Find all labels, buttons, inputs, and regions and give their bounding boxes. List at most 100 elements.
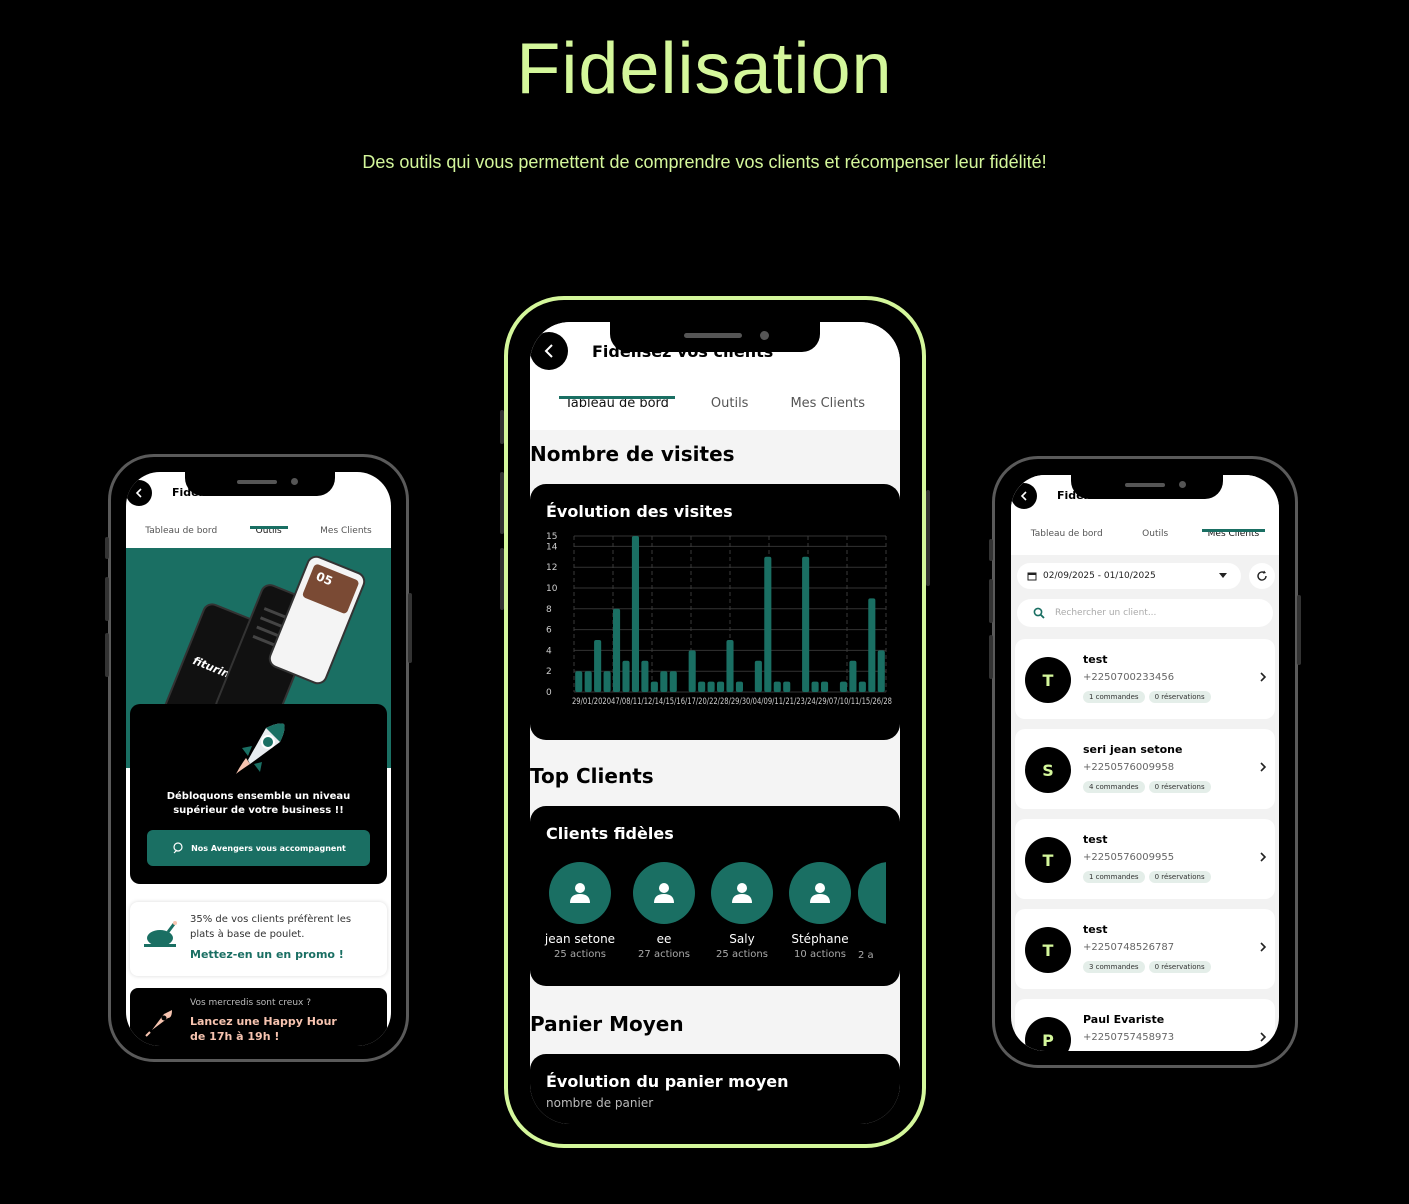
chart-bar[interactable]: [650, 681, 658, 692]
chart-bar[interactable]: [783, 681, 791, 692]
client-search-input[interactable]: Rechercher un client...: [1017, 599, 1273, 627]
chart-bar[interactable]: [877, 650, 885, 692]
chart-bar[interactable]: [622, 660, 630, 692]
chicken-insight-cta[interactable]: Mettez-en un en promo !: [190, 948, 344, 961]
phone-side-button: [408, 593, 412, 663]
chart-bar[interactable]: [707, 681, 715, 692]
chart-bar[interactable]: [594, 640, 602, 692]
tab-dashboard[interactable]: Tableau de bord: [1031, 529, 1103, 539]
chart-bar[interactable]: [821, 681, 829, 692]
tab-my-clients[interactable]: Mes Clients: [320, 526, 372, 536]
avengers-button[interactable]: Nos Avengers vous accompagnent: [147, 830, 370, 866]
chevron-right-icon: [1260, 1032, 1267, 1042]
y-tick-label: 0: [546, 688, 552, 698]
chevron-right-icon: [1260, 942, 1267, 952]
chart-bar[interactable]: [660, 671, 668, 692]
back-button[interactable]: [530, 332, 568, 370]
chart-bar[interactable]: [584, 671, 592, 692]
client-card[interactable]: T test +2250700233456 1 commandes 0 réser…: [1015, 639, 1275, 719]
search-icon: [1033, 607, 1045, 619]
client-phone: +2250576009955: [1083, 852, 1175, 863]
y-tick-label: 2: [546, 667, 552, 677]
page-subtitle: Des outils qui vous permettent de compre…: [362, 152, 1047, 172]
support-icon: [173, 842, 183, 854]
chart-bar[interactable]: [603, 671, 611, 692]
top-client-item[interactable]: Stéphane 10 actions: [780, 862, 860, 960]
chart-bar[interactable]: [698, 681, 706, 692]
y-tick-label: 10: [546, 584, 558, 594]
chart-bar[interactable]: [764, 556, 772, 692]
tab-tools[interactable]: Outils: [1142, 529, 1168, 539]
chart-bar[interactable]: [858, 681, 866, 692]
phone-side-button: [989, 579, 993, 623]
chart-bar[interactable]: [754, 660, 762, 692]
avatar: [633, 862, 695, 924]
avatar: P: [1025, 1017, 1071, 1051]
tab-my-clients[interactable]: Mes Clients: [1201, 529, 1265, 539]
y-tick-label: 6: [546, 626, 552, 636]
client-card[interactable]: P Paul Evariste +2250757458973: [1015, 999, 1275, 1051]
chart-bar[interactable]: [631, 536, 639, 692]
chart-bar[interactable]: [811, 681, 819, 692]
chart-bar[interactable]: [868, 598, 876, 692]
chart-bar[interactable]: [802, 556, 810, 692]
phone-side-button: [500, 472, 504, 534]
back-button[interactable]: [126, 480, 152, 506]
calendar-icon: [1027, 572, 1037, 581]
chicken-insight-card[interactable]: 35% de vos clients préfèrent les plats à…: [130, 902, 387, 976]
phone-side-button: [989, 635, 993, 679]
top-client-item[interactable]: ee 27 actions: [624, 862, 704, 960]
tab-tools[interactable]: Outils: [249, 526, 288, 536]
chevron-right-icon: [1260, 852, 1267, 862]
phone-side-button: [926, 490, 930, 586]
client-card[interactable]: T test +2250748526787 3 commandes 0 réser…: [1015, 909, 1275, 989]
top-client-item[interactable]: Saly 25 actions: [702, 862, 782, 960]
y-tick-label: 14: [546, 542, 558, 552]
chart-bar[interactable]: [575, 671, 583, 692]
avatar: S: [1025, 747, 1071, 793]
client-card[interactable]: T test +2250576009955 1 commandes 0 réser…: [1015, 819, 1275, 899]
back-button[interactable]: [1011, 483, 1037, 509]
chart-bar[interactable]: [726, 640, 734, 692]
phone-mockup-dashboard: Fidelisez vos clients Tableau de bord Ou…: [500, 296, 930, 1148]
tab-dashboard[interactable]: Tableau de bord: [558, 396, 675, 411]
date-range-picker[interactable]: 02/09/2025 - 01/10/2025: [1017, 563, 1241, 589]
caret-down-icon: [1219, 573, 1227, 578]
chart-bar[interactable]: [839, 681, 847, 692]
chevron-right-icon: [1260, 762, 1267, 772]
orders-badge: 4 commandes: [1083, 781, 1145, 793]
visits-bar-chart: 0 2 4 6 8 10 12 1415 29/01/202047/08/11/12/14/15…: [546, 532, 892, 707]
chart-bar[interactable]: [613, 608, 621, 692]
client-card[interactable]: S seri jean setone +2250576009958 4 comm…: [1015, 729, 1275, 809]
top-client-item-partial[interactable]: 2 a: [858, 862, 886, 972]
top-client-actions: 27 actions: [638, 949, 690, 960]
client-name: Paul Evariste: [1083, 1013, 1165, 1026]
visits-section-title: Nombre de visites: [530, 442, 735, 466]
refresh-button[interactable]: [1249, 563, 1275, 589]
phone-side-button: [989, 539, 993, 561]
phone-side-button: [105, 577, 109, 621]
chart-bar[interactable]: [773, 681, 781, 692]
tab-dashboard[interactable]: Tableau de bord: [145, 526, 217, 536]
chart-bar[interactable]: [717, 681, 725, 692]
chart-bar[interactable]: [669, 671, 677, 692]
date-range-value: 02/09/2025 - 01/10/2025: [1043, 571, 1156, 581]
phone-mockup-outils: Fidelisez vos clients Tableau de bord Ou…: [105, 454, 412, 1062]
chart-bar[interactable]: [641, 660, 649, 692]
top-client-item[interactable]: jean setone 25 actions: [540, 862, 620, 960]
avatar: [549, 862, 611, 924]
chart-bar[interactable]: [735, 681, 743, 692]
visits-chart-title: Évolution des visites: [546, 502, 733, 521]
refresh-icon: [1257, 570, 1267, 581]
chart-bar[interactable]: [849, 660, 857, 692]
happy-hour-card[interactable]: Vos mercredis sont creux ? Lancez une Ha…: [130, 988, 387, 1046]
chicken-insight-text: 35% de vos clients préfèrent les plats à…: [190, 914, 352, 940]
chart-bar[interactable]: [688, 650, 696, 692]
rocket-icon: [236, 723, 285, 774]
tab-my-clients[interactable]: Mes Clients: [790, 396, 865, 411]
basket-chart-subtitle: nombre de panier: [546, 1096, 654, 1110]
tab-tools[interactable]: Outils: [711, 396, 749, 411]
phone-mockup-my-clients: Fidelisez vos clients Tableau de bord Ou…: [989, 456, 1301, 1068]
happy-hour-cta: Lancez une Happy Hour de 17h à 19h !: [190, 1015, 337, 1043]
y-tick-label: 12: [546, 563, 557, 573]
